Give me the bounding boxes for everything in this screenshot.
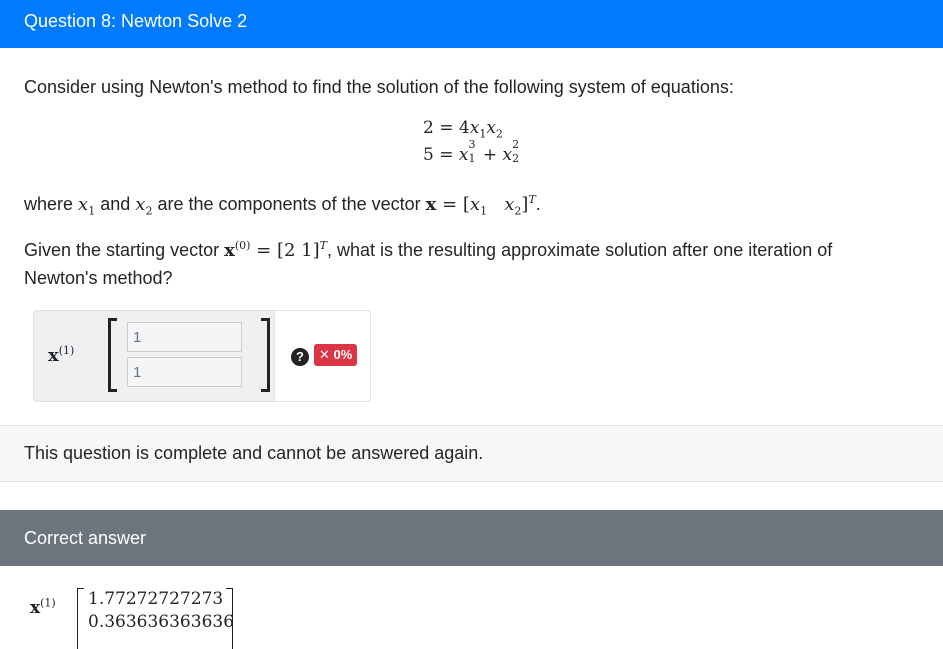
given-text: , what is the resulting approximate solu… <box>326 240 833 260</box>
completion-notice: This question is complete and cannot be … <box>0 425 943 482</box>
eq2-var1: x <box>458 145 469 165</box>
where-prefix: where <box>24 194 74 214</box>
answer-label-var: x <box>48 345 59 366</box>
answer-input-x1[interactable] <box>127 322 242 352</box>
equation-2: 5 = x31 + x22 <box>423 138 520 165</box>
given-sentence: Given the starting vector x(0) = [2 1]T,… <box>24 239 833 261</box>
eq2-var2: x <box>502 145 513 165</box>
answer-label: x(1) <box>48 345 74 366</box>
correct-value-x1: 1.77272727273 <box>88 589 224 609</box>
eq1-lhs: 2 <box>423 118 434 138</box>
eq2-sup1: 3 <box>468 138 476 151</box>
given-vector: [2 1] <box>276 240 320 261</box>
answer-input-x2[interactable] <box>127 357 242 387</box>
given-prefix: Given the starting vector <box>24 240 220 260</box>
eq1-var1: x <box>469 118 480 138</box>
eq2-sub2: 2 <box>512 152 520 165</box>
completion-text: This question is complete and cannot be … <box>24 443 484 463</box>
correct-answer-label: x(1) <box>30 596 56 618</box>
correct-value-x2: 0.363636363636 <box>88 612 235 632</box>
eq2-lhs: 5 <box>423 145 434 165</box>
question-header: Question 8: Newton Solve 2 <box>0 0 943 48</box>
eq2-sub1: 1 <box>468 152 476 165</box>
correct-left-bracket <box>77 588 84 649</box>
correct-answer-title: Correct answer <box>24 528 147 548</box>
question-title: Question 8: Newton Solve 2 <box>24 11 248 31</box>
answer-card: x(1) ? ✕ 0% <box>33 310 371 402</box>
matrix-right-bracket <box>261 318 270 392</box>
components-sentence: where x1 and x2 are the components of th… <box>24 193 541 218</box>
eq1-coef: 4 <box>458 118 470 138</box>
question-intro: Consider using Newton's method to find t… <box>24 77 734 97</box>
score-badge: ✕ 0% <box>314 344 358 366</box>
correct-answer-header: Correct answer <box>0 510 943 566</box>
correct-right-bracket <box>226 588 233 649</box>
answer-input-area: x(1) <box>34 311 275 401</box>
eq2-sup2: 2 <box>512 138 520 151</box>
answer-label-sup: (1) <box>58 344 75 357</box>
where-text: are the components of the vector <box>157 194 421 214</box>
where-and: and <box>100 194 131 214</box>
correct-label-sup: (1) <box>40 596 56 610</box>
matrix-left-bracket <box>108 318 117 392</box>
correct-label-var: x <box>30 598 41 618</box>
help-icon[interactable]: ? <box>291 348 309 366</box>
eq1-var2: x <box>486 118 496 138</box>
given-sentence-line2: Newton's method? <box>24 268 173 288</box>
equation-1: 2 = 4x1x2 <box>423 118 503 141</box>
eq1-sub2: 2 <box>495 127 503 141</box>
